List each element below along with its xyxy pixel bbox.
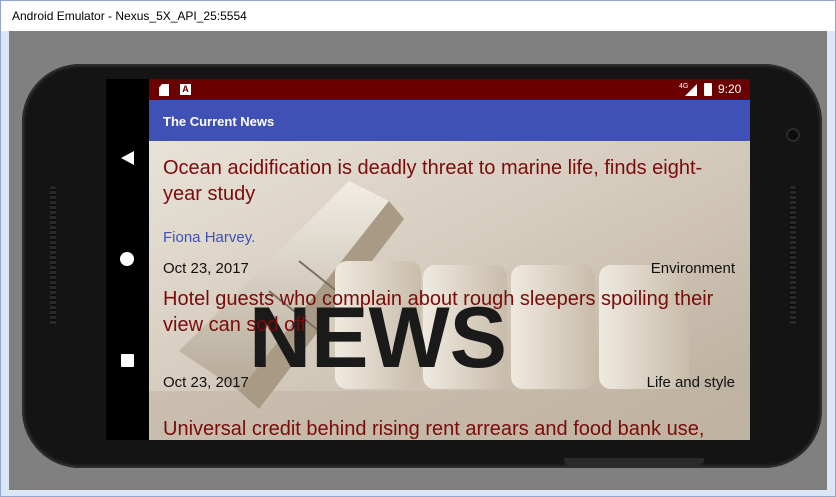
app-title: The Current News <box>163 114 275 129</box>
article-section: Life and style <box>646 374 735 391</box>
left-speaker-grille <box>50 186 56 326</box>
home-icon[interactable] <box>120 252 134 266</box>
article-title: Ocean acidification is deadly threat to … <box>163 157 703 205</box>
front-camera <box>788 130 798 140</box>
article-date: Oct 23, 2017 <box>163 374 249 391</box>
device-bottom-edge <box>564 458 704 466</box>
back-icon[interactable] <box>121 151 134 165</box>
window-title: Android Emulator - Nexus_5X_API_25:5554 <box>12 9 247 23</box>
recents-icon[interactable] <box>121 354 134 367</box>
article-section: Environment <box>650 260 735 277</box>
window-titlebar[interactable]: Android Emulator - Nexus_5X_API_25:5554 <box>1 1 835 31</box>
news-app: A 4G 9:20 The Current News NEWS Ocean ac… <box>149 79 750 440</box>
list-item[interactable]: Ocean acidification is deadly threat to … <box>163 155 735 277</box>
right-speaker-grille <box>790 186 796 326</box>
navigation-bar <box>106 79 149 440</box>
status-time: 9:20 <box>718 82 742 96</box>
article-date: Oct 23, 2017 <box>163 260 249 277</box>
article-title: Hotel guests who complain about rough sl… <box>163 288 714 336</box>
article-author: Fiona Harvey. <box>163 229 256 246</box>
signal-icon <box>685 84 697 96</box>
app-toolbar: The Current News <box>149 100 750 141</box>
list-item[interactable]: Hotel guests who complain about rough sl… <box>163 286 735 396</box>
article-list[interactable]: NEWS Ocean acidification is deadly threa… <box>149 141 750 440</box>
battery-icon <box>704 83 712 96</box>
status-bar: A 4G 9:20 <box>149 79 750 100</box>
article-title: Universal credit behind rising rent arre… <box>163 418 705 440</box>
sd-card-icon <box>159 84 169 96</box>
a-notification-icon: A <box>180 84 191 95</box>
list-item[interactable]: Universal credit behind rising rent arre… <box>163 416 735 440</box>
device-screen: A 4G 9:20 The Current News NEWS Ocean ac… <box>106 79 750 440</box>
